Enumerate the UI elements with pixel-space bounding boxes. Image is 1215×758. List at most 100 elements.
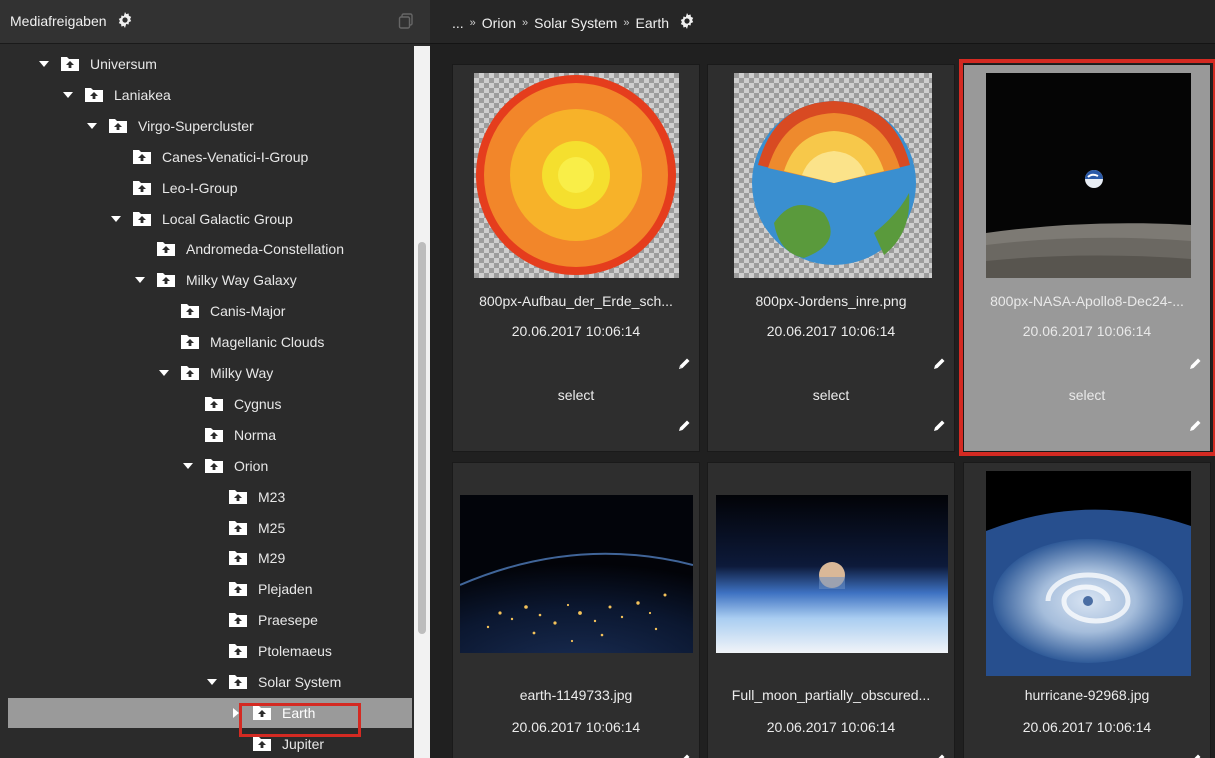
tree-item-ptolemaeus[interactable]: Ptolemaeus — [8, 636, 412, 666]
earth-cutaway-thumbnail — [734, 73, 932, 278]
gear-icon[interactable] — [117, 12, 133, 33]
chevron-down-icon[interactable] — [110, 212, 122, 224]
media-filename: Full_moon_partially_obscured... — [731, 687, 931, 703]
edit-pencil-icon[interactable] — [1188, 357, 1202, 371]
tree-scrollbar-thumb[interactable] — [418, 242, 426, 634]
moon-horizon-thumbnail — [716, 495, 948, 653]
breadcrumb-item-orion[interactable]: Orion — [482, 15, 516, 31]
media-filename: 800px-Jordens_inre.png — [755, 293, 907, 309]
media-date: 20.06.2017 10:06:14 — [511, 719, 641, 735]
tree-item-milky-way-galaxy[interactable]: Milky Way Galaxy — [8, 265, 412, 295]
tree-item-m23[interactable]: M23 — [8, 482, 412, 512]
chevron-down-icon[interactable] — [86, 119, 98, 131]
chevron-down-icon[interactable] — [134, 273, 146, 285]
edit-pencil-icon[interactable] — [677, 357, 691, 371]
media-card[interactable]: Full_moon_partially_obscured... 20.06.20… — [707, 462, 955, 758]
hurricane-thumbnail — [986, 471, 1191, 676]
shared-folder-icon — [229, 611, 247, 628]
tree-item-plejaden[interactable]: Plejaden — [8, 574, 412, 604]
media-date: 20.06.2017 10:06:14 — [1022, 323, 1152, 339]
edit-pencil-icon[interactable] — [932, 753, 946, 758]
chevron-down-icon[interactable] — [158, 366, 170, 378]
edit-pencil-icon[interactable] — [677, 419, 691, 433]
breadcrumb: ... » Orion » Solar System » Earth — [452, 13, 695, 32]
edit-pencil-icon[interactable] — [1188, 419, 1202, 433]
breadcrumb-item-ellipsis[interactable]: ... — [452, 15, 464, 31]
tree-scrollbar[interactable] — [414, 46, 430, 758]
shared-folder-icon — [253, 735, 271, 751]
tree-item-label: Earth — [282, 704, 316, 721]
tree-item-leo-i-group[interactable]: Leo-I-Group — [8, 173, 412, 203]
media-date: 20.06.2017 10:06:14 — [511, 323, 641, 339]
chevron-down-icon[interactable] — [62, 88, 74, 100]
tree-item-m25[interactable]: M25 — [8, 513, 412, 543]
tree-item-universum[interactable]: Universum — [8, 49, 412, 79]
chevron-down-icon[interactable] — [206, 675, 218, 687]
tree-item-label: Virgo-Supercluster — [138, 117, 254, 134]
tree-item-label: Jupiter — [282, 735, 325, 752]
edit-pencil-icon[interactable] — [932, 357, 946, 371]
edit-pencil-icon[interactable] — [932, 419, 946, 433]
tree-item-earth[interactable]: Earth — [8, 697, 412, 728]
shared-folder-icon — [229, 673, 247, 689]
tree-item-label: Solar System — [258, 674, 342, 690]
chevron-right-icon[interactable] — [230, 706, 242, 718]
tree-item-cygnus[interactable]: Cygnus — [8, 389, 412, 419]
tree-item-label: Canes-Venatici-I-Group — [162, 148, 309, 165]
media-card[interactable]: hurricane-92968.jpg 20.06.2017 10:06:14 — [963, 462, 1211, 758]
earth-night-lights-thumbnail — [460, 495, 693, 653]
media-filename: earth-1149733.jpg — [519, 687, 633, 703]
tree-item-orion[interactable]: Orion — [8, 451, 412, 481]
tree-item-jupiter[interactable]: Jupiter — [8, 729, 412, 758]
breadcrumb-separator-icon: » — [522, 16, 529, 29]
tree-item-norma[interactable]: Norma — [8, 420, 412, 450]
edit-pencil-icon[interactable] — [1188, 753, 1202, 758]
earthrise-thumbnail — [986, 73, 1191, 278]
select-button[interactable]: select — [964, 387, 1210, 403]
media-card[interactable]: 800px-Jordens_inre.png 20.06.2017 10:06:… — [707, 64, 955, 452]
gear-icon[interactable] — [679, 13, 695, 32]
shared-folder-icon — [133, 148, 151, 164]
tree-item-canis-major[interactable]: Canis-Major — [8, 296, 412, 326]
tree-item-label: Norma — [234, 426, 277, 443]
shared-folder-icon — [253, 704, 271, 720]
tree-item-virgo-supercluster[interactable]: Virgo-Supercluster — [8, 111, 412, 141]
breadcrumb-item-solar-system[interactable]: Solar System — [534, 15, 617, 31]
tree-item-laniakea[interactable]: Laniakea — [8, 80, 412, 110]
tree-item-local-galactic-group[interactable]: Local Galactic Group — [8, 204, 412, 234]
copy-icon[interactable] — [398, 13, 414, 34]
tree-item-label: Canis-Major — [210, 303, 286, 320]
tree-item-milky-way[interactable]: Milky Way — [8, 358, 412, 388]
select-button[interactable]: select — [708, 387, 954, 403]
tree-item-praesepe[interactable]: Praesepe — [8, 605, 412, 635]
edit-pencil-icon[interactable] — [677, 753, 691, 758]
media-card[interactable]: 800px-Aufbau_der_Erde_sch... 20.06.2017 … — [452, 64, 700, 452]
sidebar-header: Mediafreigaben — [0, 0, 430, 44]
media-share-sidebar: Mediafreigaben Universum Laniakea Virgo-Su… — [0, 0, 430, 758]
shared-folder-icon — [157, 240, 175, 257]
tree-item-solar-system[interactable]: Solar System — [8, 667, 412, 697]
tree-item-label: Milky Way — [210, 365, 274, 381]
shared-folder-icon — [133, 210, 151, 226]
media-card-selected[interactable]: 800px-NASA-Apollo8-Dec24-... 20.06.2017 … — [963, 64, 1211, 452]
tree-item-label: Cygnus — [234, 395, 282, 412]
media-card[interactable]: earth-1149733.jpg 20.06.2017 10:06:14 — [452, 462, 700, 758]
breadcrumb-separator-icon: » — [623, 16, 630, 29]
media-date: 20.06.2017 10:06:14 — [1022, 719, 1152, 735]
media-filename: 800px-Aufbau_der_Erde_sch... — [479, 293, 673, 309]
tree-item-magellanic-clouds[interactable]: Magellanic Clouds — [8, 327, 412, 357]
tree-item-label: Universum — [90, 56, 157, 72]
tree-item-m29[interactable]: M29 — [8, 543, 412, 573]
shared-folder-icon — [229, 519, 247, 535]
chevron-down-icon[interactable] — [38, 57, 50, 69]
shared-folder-icon — [181, 333, 199, 350]
tree-item-canes-venatici-i-group[interactable]: Canes-Venatici-I-Group — [8, 142, 412, 172]
tree-item-andromeda-constellation[interactable]: Andromeda-Constellation — [8, 234, 412, 264]
tree-item-label: Ptolemaeus — [258, 643, 332, 660]
tree-item-label: Plejaden — [258, 581, 313, 598]
select-button[interactable]: select — [453, 387, 699, 403]
breadcrumb-item-earth[interactable]: Earth — [636, 15, 669, 31]
chevron-down-icon[interactable] — [182, 459, 194, 471]
shared-folder-icon — [85, 86, 103, 102]
tree-item-label: M23 — [258, 488, 286, 505]
